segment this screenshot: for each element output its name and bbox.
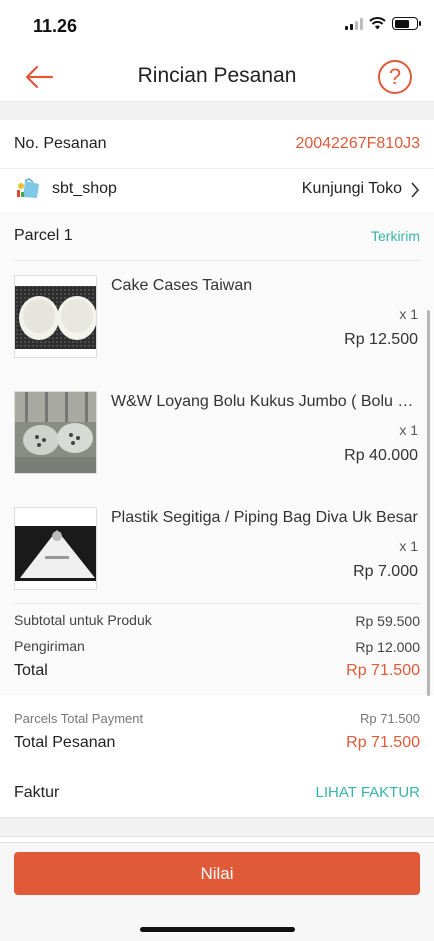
product-image (14, 391, 97, 474)
header: Rincian Pesanan ? (0, 52, 434, 102)
total-label: Total (14, 662, 48, 679)
parcels-total-label: Parcels Total Payment (14, 711, 144, 726)
product-qty: x 1 (399, 538, 418, 554)
parcel-card: Parcel 1 Terkirim Cake Cases Taiwan x 1 … (0, 212, 434, 695)
status-icons (345, 17, 421, 30)
product-name: Plastik Segitiga / Piping Bag Diva Uk Be… (111, 509, 418, 526)
parcels-total-value: Rp 71.500 (360, 711, 420, 726)
shop-row[interactable]: sbt_shop Kunjungi Toko (0, 169, 434, 212)
divider (14, 260, 420, 261)
home-indicator (140, 927, 295, 932)
battery-icon (392, 17, 421, 30)
order-number-label: No. Pesanan (14, 135, 107, 152)
product-price: Rp 12.500 (344, 331, 418, 348)
shipping-label: Pengiriman (14, 638, 85, 654)
total-value: Rp 71.500 (346, 662, 420, 679)
product-qty: x 1 (399, 422, 418, 438)
subtotal-value: Rp 59.500 (355, 613, 420, 629)
status-bar: 11.26 (0, 0, 434, 52)
product-item[interactable]: W&W Loyang Bolu Kukus Jumbo ( Bolu Kukus… (0, 378, 434, 490)
bottom-bar: Nilai (0, 842, 434, 941)
order-number-value: 20042267F810J3 (295, 135, 420, 152)
product-image (14, 275, 97, 358)
invoice-label: Faktur (14, 784, 60, 801)
product-name: Cake Cases Taiwan (111, 277, 253, 294)
wifi-icon (369, 17, 386, 30)
help-button[interactable]: ? (378, 60, 412, 94)
product-item[interactable]: Cake Cases Taiwan x 1 Rp 12.500 (0, 262, 434, 374)
invoice-card: Faktur LIHAT FAKTUR (0, 765, 434, 818)
order-total-value: Rp 71.500 (346, 734, 420, 751)
page-title: Rincian Pesanan (137, 64, 297, 87)
product-item[interactable]: Plastik Segitiga / Piping Bag Diva Uk Be… (0, 494, 434, 606)
product-image (14, 507, 97, 590)
order-total-label: Total Pesanan (14, 734, 116, 751)
scrollbar[interactable] (427, 310, 430, 696)
parcel-status: Terkirim (371, 228, 420, 244)
chevron-right-icon (411, 182, 420, 198)
view-invoice-link[interactable]: LIHAT FAKTUR (316, 784, 420, 801)
signal-icon (345, 17, 363, 30)
product-price: Rp 7.000 (353, 563, 418, 580)
subtotal-label: Subtotal untuk Produk (14, 612, 152, 628)
parcel-label: Parcel 1 (14, 227, 73, 244)
shop-name: sbt_shop (52, 180, 117, 197)
product-price: Rp 40.000 (344, 447, 418, 464)
product-name: W&W Loyang Bolu Kukus Jumbo ( Bolu Kukus… (111, 393, 418, 410)
order-card: No. Pesanan 20042267F810J3 sbt_shop Kunj… (0, 120, 434, 212)
status-time: 11.26 (33, 16, 78, 36)
payment-card: Parcels Total Payment Rp 71.500 Total Pe… (0, 695, 434, 765)
divider (14, 603, 420, 604)
visit-shop-label: Kunjungi Toko (301, 180, 402, 197)
shipping-value: Rp 12.000 (355, 639, 420, 655)
rate-button[interactable]: Nilai (14, 852, 420, 895)
shop-avatar-icon (17, 178, 39, 198)
product-qty: x 1 (399, 306, 418, 322)
